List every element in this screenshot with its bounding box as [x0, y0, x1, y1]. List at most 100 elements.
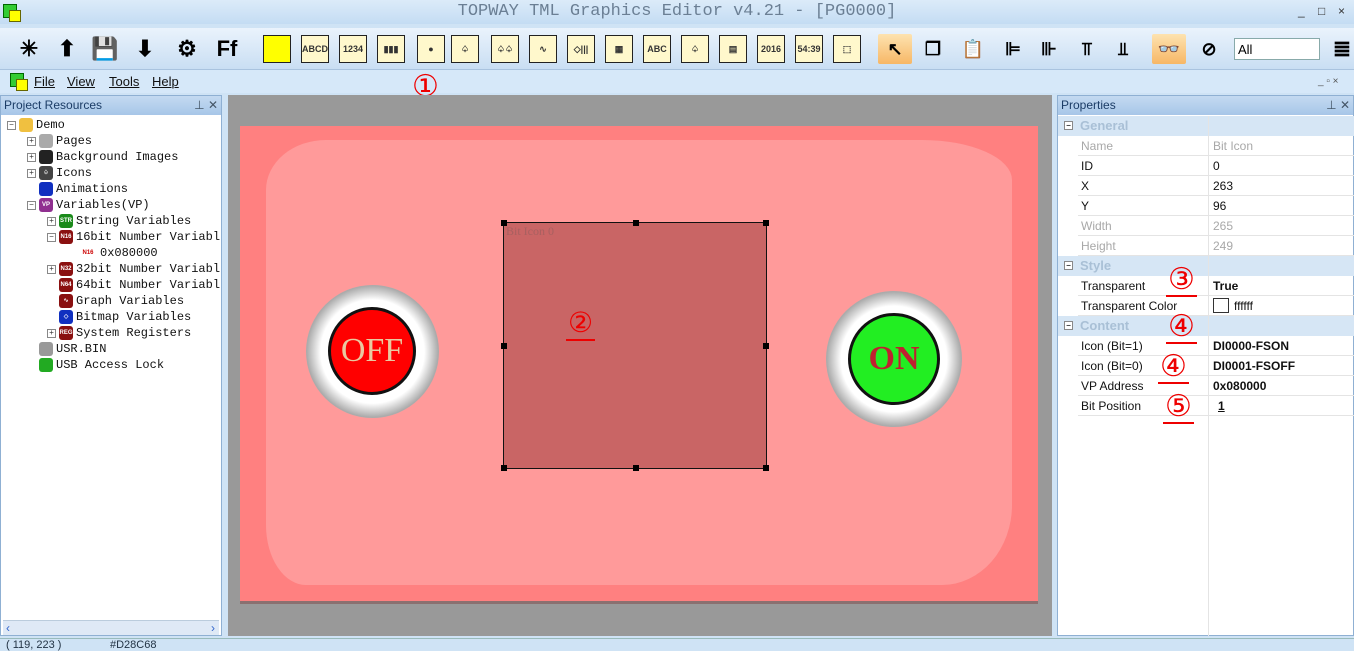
property-value[interactable]: 0x080000 — [1213, 379, 1266, 393]
resize-handle[interactable] — [501, 220, 507, 226]
property-value[interactable]: True — [1213, 279, 1238, 293]
property-value[interactable]: DI0000-FSON — [1213, 339, 1289, 353]
pin-close-icon[interactable]: ⊥ ✕ — [1326, 98, 1350, 112]
text-string-icon[interactable]: ABCD — [298, 34, 332, 64]
expand-icon[interactable]: + — [47, 264, 56, 274]
tree-item[interactable]: ◇ Bitmap Variables — [47, 310, 191, 324]
expand-icon[interactable]: + — [27, 168, 36, 178]
video-icon[interactable]: ▤ — [716, 34, 750, 64]
resize-handle[interactable] — [633, 220, 639, 226]
property-row[interactable]: ID 0 — [1078, 156, 1354, 176]
tree-item[interactable]: N16 0x080000 — [67, 246, 157, 260]
new-project-icon[interactable]: ✳ — [12, 34, 46, 64]
property-value[interactable]: 265 — [1213, 219, 1233, 233]
category-general[interactable]: − General — [1058, 116, 1354, 136]
property-value[interactable]: DI0001-FSOFF — [1213, 359, 1295, 373]
property-row[interactable]: VP Address 0x080000 — [1078, 376, 1354, 396]
tree-item[interactable]: + STR String Variables — [47, 214, 191, 228]
menu-file[interactable]: File — [34, 74, 55, 89]
timer-icon[interactable]: 54:39 — [792, 34, 826, 64]
property-value[interactable]: 249 — [1213, 239, 1233, 253]
tree-item[interactable]: ∿ Graph Variables — [47, 294, 184, 308]
save-icon[interactable]: 💾 — [88, 34, 122, 64]
bargraph-icon[interactable]: ▮▮▮ — [374, 34, 408, 64]
color-swatch[interactable] — [1213, 298, 1229, 313]
tree-item[interactable]: USB Access Lock — [27, 358, 164, 372]
tree-item[interactable]: + REG System Registers — [47, 326, 191, 340]
animation-icon[interactable]: ♤♤ — [488, 34, 522, 64]
collapse-icon[interactable]: − — [1064, 121, 1073, 130]
expand-icon[interactable]: + — [27, 152, 36, 162]
resize-handle[interactable] — [763, 465, 769, 471]
copy-icon[interactable]: ❐ — [916, 34, 950, 64]
align-top-icon[interactable]: ⫪ — [1070, 34, 1104, 64]
font-icon[interactable]: Ff — [210, 34, 244, 64]
tree-item[interactable]: − Demo — [7, 118, 65, 132]
list-icon[interactable]: ≣ — [1330, 34, 1354, 64]
tree-item[interactable]: + ♤ Icons — [27, 166, 92, 180]
layer-filter-input[interactable] — [1234, 38, 1320, 60]
scroll-right-icon[interactable]: › — [211, 621, 215, 635]
property-value[interactable]: 1 — [1218, 399, 1225, 413]
category-style[interactable]: − Style — [1058, 256, 1354, 276]
resize-handle[interactable] — [633, 465, 639, 471]
collapse-icon[interactable]: − — [47, 232, 56, 242]
tree-item[interactable]: − N16 16bit Number Variabl — [47, 230, 220, 244]
tree-item[interactable]: USR.BIN — [27, 342, 106, 356]
tree-item[interactable]: + N32 32bit Number Variabl — [47, 262, 220, 276]
resize-handle[interactable] — [763, 220, 769, 226]
on-button-icon[interactable]: ON — [826, 291, 962, 427]
expand-icon[interactable]: + — [47, 328, 56, 338]
tree-item[interactable]: − VP Variables(VP) — [27, 198, 150, 212]
bit-icon-tool[interactable]: ● — [414, 34, 448, 64]
property-value[interactable]: 263 — [1213, 179, 1233, 193]
maximize-button[interactable]: □ — [1318, 4, 1325, 18]
collapse-icon[interactable]: − — [27, 200, 36, 210]
collapse-icon[interactable]: − — [1064, 321, 1073, 330]
expand-icon[interactable]: + — [47, 216, 56, 226]
property-row[interactable]: Bit Position 1 — [1078, 396, 1354, 416]
pointer-icon[interactable]: ↖ — [878, 34, 912, 64]
open-project-icon[interactable]: ⬆ — [50, 34, 84, 64]
date-time-icon[interactable]: 2016 — [754, 34, 788, 64]
resize-handle[interactable] — [501, 465, 507, 471]
property-row[interactable]: Height 249 — [1078, 236, 1354, 256]
expand-icon[interactable]: + — [27, 136, 36, 146]
resize-handle[interactable] — [763, 343, 769, 349]
graph-icon[interactable]: ∿ — [526, 34, 560, 64]
property-value[interactable]: Bit Icon — [1213, 139, 1253, 153]
property-value[interactable]: 96 — [1213, 199, 1226, 213]
tree-item[interactable]: N64 64bit Number Variabl — [47, 278, 220, 292]
touch-icon[interactable]: ♤ — [678, 34, 712, 64]
paste-icon[interactable]: 📋 — [956, 34, 990, 64]
align-left-icon[interactable]: ⊫ — [996, 34, 1030, 64]
icon-tool[interactable]: ♤ — [448, 34, 482, 64]
property-value[interactable]: ffffff — [1234, 299, 1253, 313]
tree-item[interactable]: + Background Images — [27, 150, 178, 164]
align-bottom-icon[interactable]: ⫫ — [1106, 34, 1140, 64]
collapse-icon[interactable]: − — [7, 120, 16, 130]
close-button[interactable]: × — [1338, 4, 1345, 18]
collapse-icon[interactable]: − — [1064, 261, 1073, 270]
import-icon[interactable]: ⬇ — [128, 34, 162, 64]
tree-item[interactable]: Animations — [27, 182, 128, 196]
pin-close-icon[interactable]: ⊥ ✕ — [194, 98, 218, 112]
bitmap-icon[interactable]: ◇||| — [564, 34, 598, 64]
rectangle-icon[interactable] — [260, 34, 294, 64]
property-row[interactable]: Transparent True — [1078, 276, 1354, 296]
bit-icon-selection[interactable]: Bit Icon 0 ② — [501, 220, 769, 471]
tree-item[interactable]: + Pages — [27, 134, 92, 148]
mdi-controls[interactable]: _ ▫ × — [1318, 76, 1339, 87]
qr-code-icon[interactable]: ▦ — [602, 34, 636, 64]
text-box-icon[interactable]: ABC — [640, 34, 674, 64]
menu-tools[interactable]: Tools — [109, 74, 139, 89]
category-content[interactable]: − Content — [1058, 316, 1354, 336]
property-row[interactable]: Name Bit Icon — [1078, 136, 1354, 156]
touch-area-icon[interactable]: ⬚ — [830, 34, 864, 64]
show-icon[interactable]: 👓 — [1152, 34, 1186, 64]
property-row[interactable]: X 263 — [1078, 176, 1354, 196]
scroll-left-icon[interactable]: ‹ — [6, 621, 10, 635]
hide-icon[interactable]: ⊘ — [1192, 34, 1226, 64]
property-row[interactable]: Y 96 — [1078, 196, 1354, 216]
property-row[interactable]: Width 265 — [1078, 216, 1354, 236]
